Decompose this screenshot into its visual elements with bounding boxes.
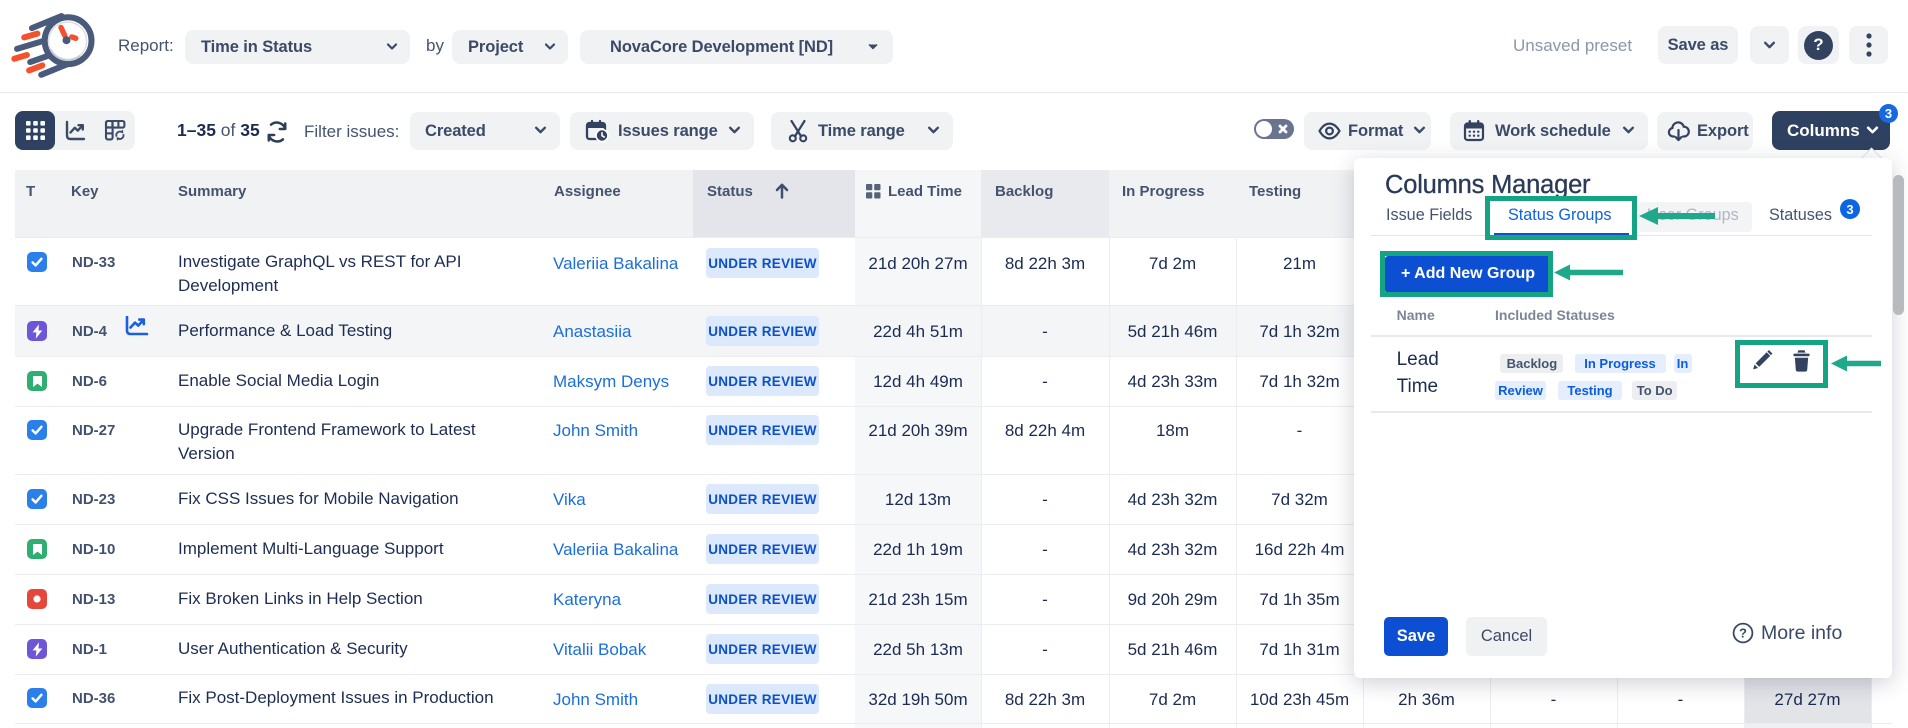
svg-text:?: ?: [1739, 626, 1747, 641]
